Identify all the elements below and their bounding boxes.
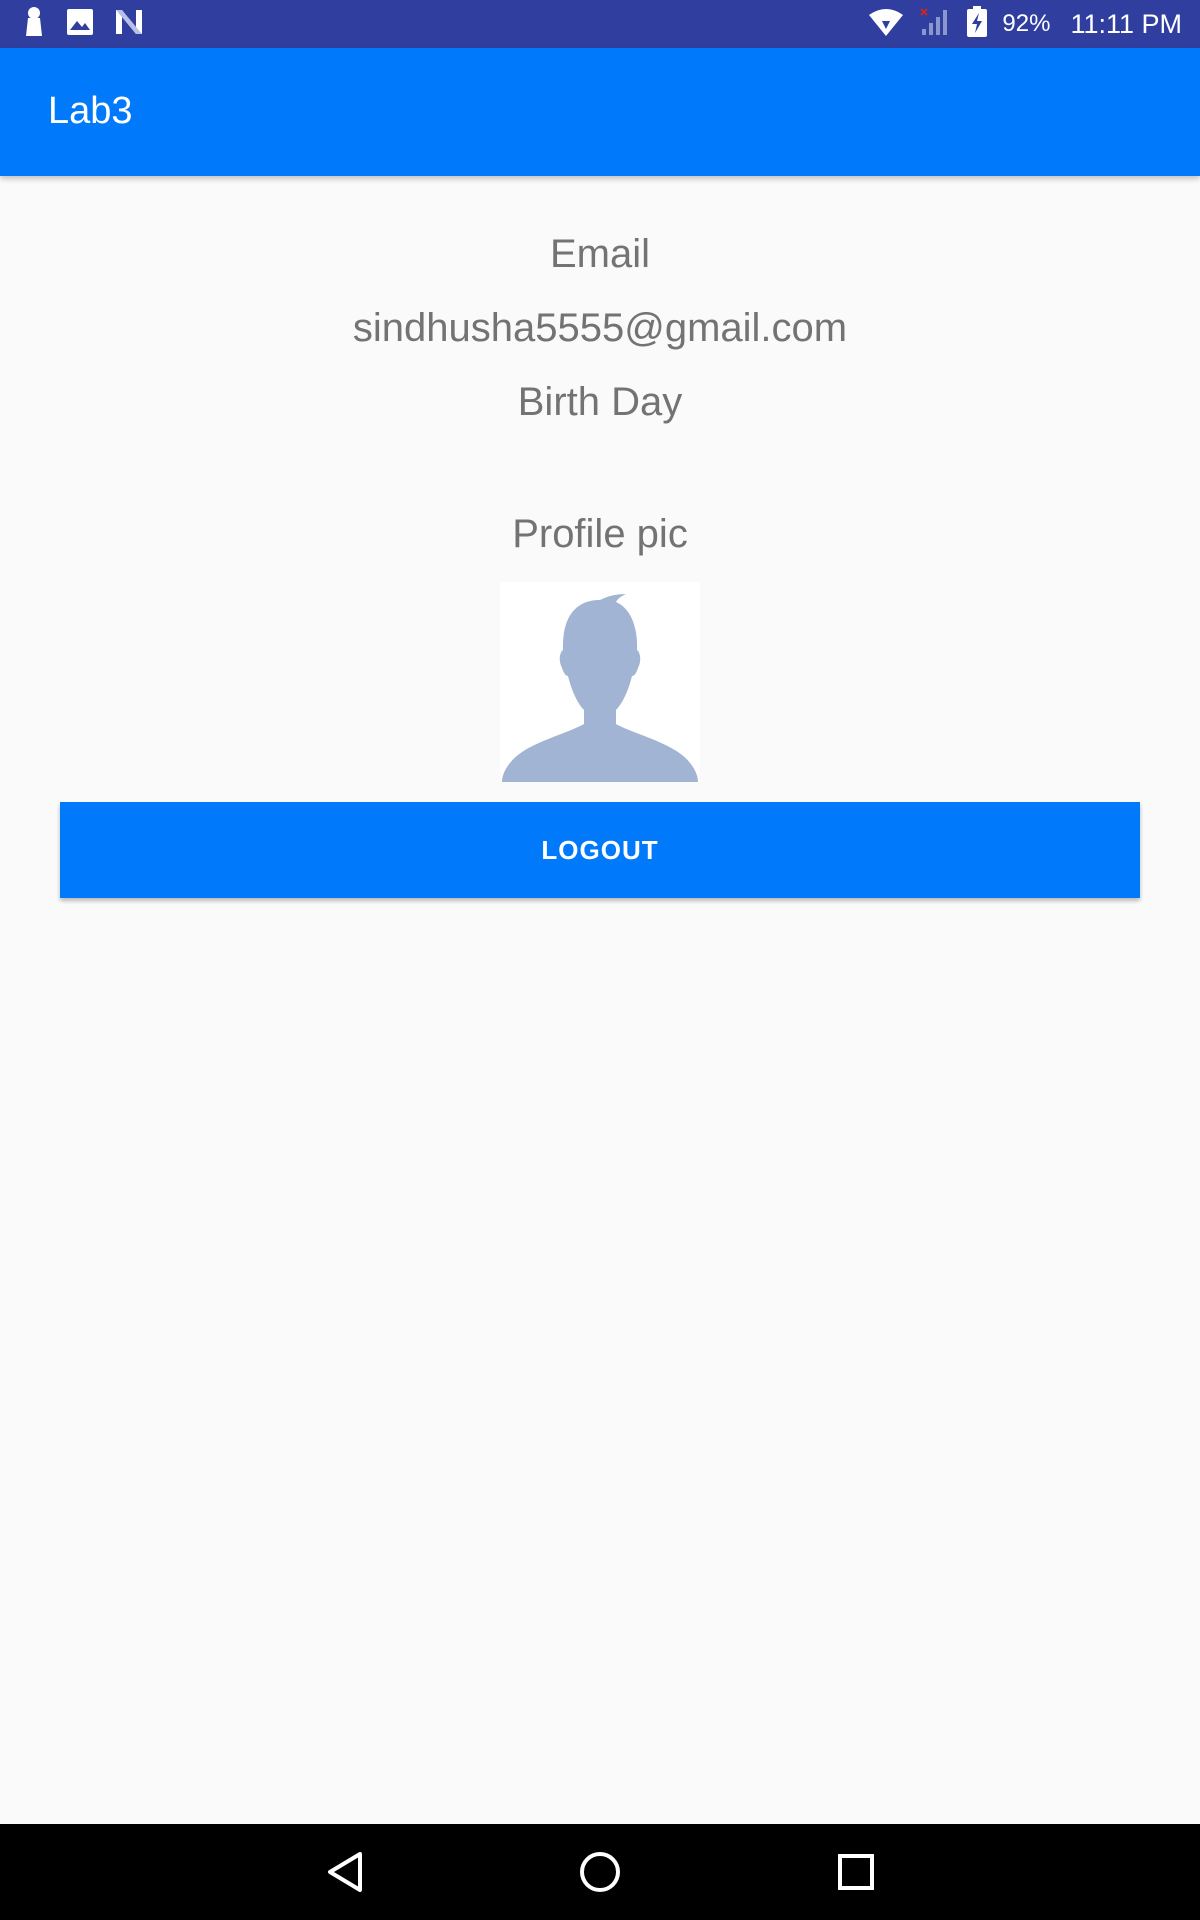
clock: 11:11 PM [1070,8,1182,39]
birthday-label: Birth Day [517,380,683,424]
recents-icon[interactable] [828,1844,884,1900]
home-icon[interactable] [572,1844,628,1900]
app-bar: Lab3 [0,48,1200,176]
screen: 92% 11:11 PM Lab3 Email sindhusha5555@gm… [0,0,1200,1920]
email-value: sindhusha5555@gmail.com [352,306,848,350]
status-bar: 92% 11:11 PM [0,0,1200,48]
image-icon [66,8,94,41]
wifi-icon [868,7,904,42]
avatar-silhouette-icon [500,582,700,782]
profile-pic [500,582,700,782]
status-left-icons [22,6,144,43]
app-title: Lab3 [48,90,133,132]
back-icon[interactable] [318,1844,374,1900]
battery-charging-icon [966,5,988,43]
cell-signal-icon [918,7,952,42]
logout-button[interactable]: LOGOUT [60,802,1140,898]
keyhole-icon [22,6,46,43]
n-logo-icon [114,8,144,41]
status-right-icons: 92% 11:11 PM [868,0,1182,48]
profile-pic-label: Profile pic [512,512,688,556]
nav-bar [0,1824,1200,1920]
battery-percent: 92% [1002,10,1051,37]
email-label: Email [549,232,651,276]
